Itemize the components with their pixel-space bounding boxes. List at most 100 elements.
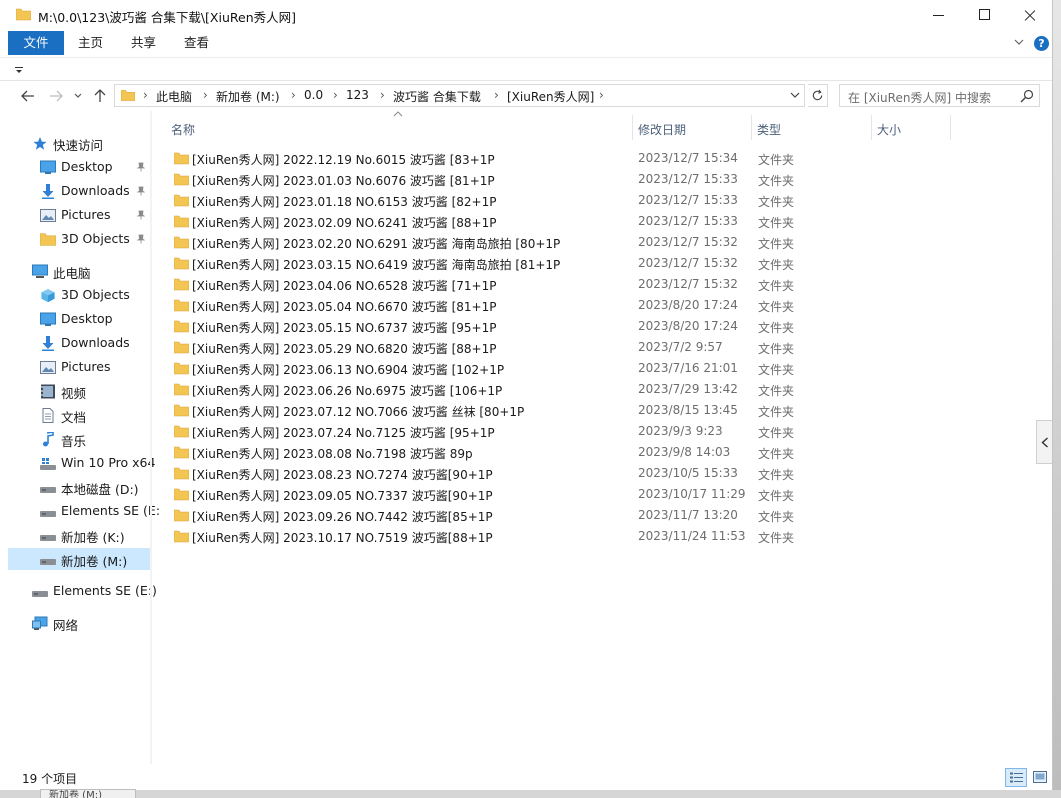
sidebar-item-desktop-pinned[interactable]: Desktop: [8, 156, 150, 178]
sidebar-item-videos[interactable]: 视频: [8, 380, 150, 402]
chevron-right-icon: ›: [291, 88, 296, 102]
sidebar-item-downloads[interactable]: Downloads: [8, 332, 150, 354]
breadcrumb-0-0[interactable]: 0.0: [304, 88, 323, 102]
sidebar-item-this-pc[interactable]: 此电脑: [8, 260, 150, 282]
forward-arrow-icon[interactable]: [48, 88, 64, 104]
column-header-date[interactable]: 修改日期: [633, 117, 751, 142]
table-row[interactable]: [XiuRen秀人网] 2023.01.03 No.6076 波巧酱 [81+1…: [170, 169, 820, 190]
search-box[interactable]: 在 [XiuRen秀人网] 中搜索: [839, 84, 1040, 107]
tab-share[interactable]: 共享: [131, 31, 156, 55]
sidebar-item-elements-se-e[interactable]: Elements SE (E:: [8, 500, 160, 522]
details-pane-toggle[interactable]: [1036, 420, 1052, 464]
folder-icon: [174, 278, 189, 291]
folder-icon: [174, 194, 189, 207]
file-type: 文件夹: [758, 363, 795, 377]
table-row[interactable]: [XiuRen秀人网] 2022.12.19 No.6015 波巧酱 [83+1…: [170, 148, 820, 169]
sidebar-item-desktop[interactable]: Desktop: [8, 308, 150, 330]
column-divider[interactable]: [950, 115, 951, 140]
sidebar-item-3d-objects[interactable]: 3D Objects: [8, 284, 150, 306]
sidebar-item-drive-d[interactable]: 本地磁盘 (D:): [8, 476, 150, 498]
table-row[interactable]: [XiuRen秀人网] 2023.06.26 No.6975 波巧酱 [106+…: [170, 379, 820, 400]
sidebar-item-win10-drive[interactable]: Win 10 Pro x64: [8, 452, 155, 474]
table-row[interactable]: [XiuRen秀人网] 2023.05.15 NO.6737 波巧酱 [95+1…: [170, 316, 820, 337]
breadcrumb-collection[interactable]: 波巧酱 合集下载: [393, 88, 481, 105]
file-name: [XiuRen秀人网] 2023.09.05 NO.7337 波巧酱[90+1P: [192, 489, 493, 503]
refresh-button[interactable]: [808, 84, 828, 107]
sidebar-item-music[interactable]: 音乐: [8, 428, 150, 450]
table-row[interactable]: [XiuRen秀人网] 2023.06.13 NO.6904 波巧酱 [102+…: [170, 358, 820, 379]
close-button[interactable]: [1007, 0, 1053, 31]
sidebar-item-pictures-pinned[interactable]: Pictures: [8, 204, 150, 226]
table-row[interactable]: [XiuRen秀人网] 2023.07.12 NO.7066 波巧酱 丝袜 [8…: [170, 400, 820, 421]
chevron-right-icon: ›: [380, 88, 385, 102]
pin-icon[interactable]: [136, 162, 146, 172]
folder-icon: [174, 467, 189, 480]
column-header-name[interactable]: 名称: [157, 117, 632, 142]
table-row[interactable]: [XiuRen秀人网] 2023.03.15 NO.6419 波巧酱 海南岛旅拍…: [170, 253, 820, 274]
sidebar-item-3d-objects-pinned[interactable]: 3D Objects: [8, 228, 150, 250]
folder-icon: [174, 446, 189, 459]
chevron-down-icon[interactable]: [1014, 37, 1024, 47]
recent-locations-icon[interactable]: [73, 88, 83, 104]
sidebar-item-quick-access[interactable]: 快速访问: [8, 132, 150, 154]
help-icon[interactable]: ?: [1034, 36, 1049, 51]
breadcrumb-current[interactable]: [XiuRen秀人网]: [507, 88, 594, 105]
table-row[interactable]: [XiuRen秀人网] 2023.01.18 NO.6153 波巧酱 [82+1…: [170, 190, 820, 211]
pin-icon[interactable]: [136, 234, 146, 244]
navigation-pane-scrollbar[interactable]: [150, 111, 152, 764]
details-view-button[interactable]: [1005, 768, 1027, 787]
drive-icon: [40, 511, 56, 517]
tab-view[interactable]: 查看: [184, 31, 209, 55]
table-row[interactable]: [XiuRen秀人网] 2023.02.20 NO.6291 波巧酱 海南岛旅拍…: [170, 232, 820, 253]
tab-file[interactable]: 文件: [8, 31, 64, 55]
search-input[interactable]: 在 [XiuRen秀人网] 中搜索: [848, 89, 991, 106]
sidebar-item-drive-m[interactable]: 新加卷 (M:): [8, 548, 150, 570]
customize-toolbar-icon[interactable]: [15, 66, 23, 74]
sidebar-item-downloads-pinned[interactable]: Downloads: [8, 180, 150, 202]
title-bar[interactable]: M:\0.0\123\波巧酱 合集下载\[XiuRen秀人网]: [0, 0, 1052, 31]
table-row[interactable]: [XiuRen秀人网] 2023.04.06 NO.6528 波巧酱 [71+1…: [170, 274, 820, 295]
file-date: 2023/7/29 13:42: [638, 382, 738, 396]
column-header-type[interactable]: 类型: [752, 117, 871, 142]
sidebar-item-elements-se-drive[interactable]: Elements SE (E:): [8, 580, 157, 602]
search-icon[interactable]: [1020, 89, 1034, 103]
table-row[interactable]: [XiuRen秀人网] 2023.09.05 NO.7337 波巧酱[90+1P…: [170, 484, 820, 505]
tab-home[interactable]: 主页: [78, 31, 103, 55]
file-name: [XiuRen秀人网] 2023.05.15 NO.6737 波巧酱 [95+1…: [192, 321, 497, 335]
file-date: 2023/8/15 13:45: [638, 403, 738, 417]
document-icon: [42, 408, 54, 423]
file-type: 文件夹: [758, 279, 795, 293]
sidebar-item-pictures[interactable]: Pictures: [8, 356, 150, 378]
up-arrow-icon[interactable]: [92, 88, 108, 104]
sidebar-item-network[interactable]: 网络: [8, 612, 150, 634]
sidebar-item-documents[interactable]: 文档: [8, 404, 150, 426]
folder-icon: [16, 8, 31, 21]
table-row[interactable]: [XiuRen秀人网] 2023.05.29 NO.6820 波巧酱 [88+1…: [170, 337, 820, 358]
minimize-button[interactable]: [916, 0, 962, 31]
address-dropdown-icon[interactable]: [790, 91, 800, 99]
breadcrumb-drive-m[interactable]: 新加卷 (M:): [216, 88, 280, 105]
table-row[interactable]: [XiuRen秀人网] 2023.07.24 No.7125 波巧酱 [95+1…: [170, 421, 820, 442]
table-row[interactable]: [XiuRen秀人网] 2023.08.08 No.7198 波巧酱 89p 20…: [170, 442, 820, 463]
file-name: [XiuRen秀人网] 2023.01.03 No.6076 波巧酱 [81+1…: [192, 174, 495, 188]
large-icons-view-button[interactable]: [1029, 768, 1051, 787]
address-bar[interactable]: › 此电脑 › 新加卷 (M:) › 0.0 › 123 › 波巧酱 合集下载 …: [114, 84, 805, 107]
file-type: 文件夹: [758, 384, 795, 398]
table-row[interactable]: [XiuRen秀人网] 2023.08.23 NO.7274 波巧酱[90+1P…: [170, 463, 820, 484]
table-row[interactable]: [XiuRen秀人网] 2023.05.04 NO.6670 波巧酱 [81+1…: [170, 295, 820, 316]
sidebar-item-drive-k[interactable]: 新加卷 (K:): [8, 524, 150, 546]
breadcrumb-123[interactable]: 123: [346, 88, 369, 102]
file-date: 2023/9/3 9:23: [638, 424, 723, 438]
table-row[interactable]: [XiuRen秀人网] 2023.10.17 NO.7519 波巧酱[88+1P…: [170, 526, 820, 547]
back-arrow-icon[interactable]: [20, 88, 36, 104]
pin-icon[interactable]: [136, 186, 146, 196]
breadcrumb-this-pc[interactable]: 此电脑: [156, 88, 192, 105]
table-row[interactable]: [XiuRen秀人网] 2023.02.09 NO.6241 波巧酱 [88+1…: [170, 211, 820, 232]
folder-icon: [174, 152, 189, 165]
table-row[interactable]: [XiuRen秀人网] 2023.09.26 NO.7442 波巧酱[85+1P…: [170, 505, 820, 526]
folder-icon: [174, 341, 189, 354]
pin-icon[interactable]: [136, 210, 146, 220]
column-header-size[interactable]: 大小: [872, 117, 950, 142]
file-date: 2023/12/7 15:33: [638, 214, 738, 228]
maximize-button[interactable]: [962, 0, 1008, 31]
